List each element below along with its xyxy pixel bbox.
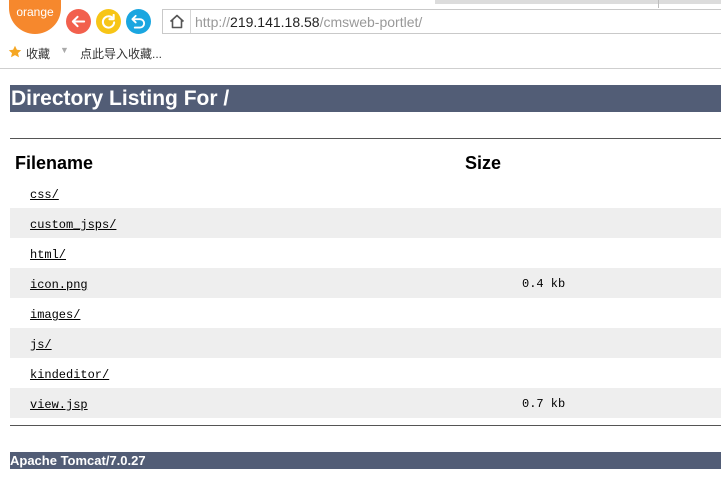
url-text[interactable]: http://219.141.18.58/cmsweb-portlet/ bbox=[195, 14, 422, 30]
url-path: /cmsweb-portlet/ bbox=[319, 14, 423, 30]
tab-strip bbox=[435, 0, 721, 4]
chevron-down-icon[interactable]: ▼ bbox=[60, 45, 69, 55]
file-link[interactable]: view.jsp bbox=[30, 398, 88, 412]
file-row: icon.png 0.4 kb bbox=[10, 268, 721, 298]
file-row: html/ bbox=[10, 238, 721, 268]
divider bbox=[10, 138, 721, 139]
url-protocol: http:// bbox=[195, 14, 231, 30]
file-row: kindeditor/ bbox=[10, 358, 721, 388]
file-link[interactable]: kindeditor/ bbox=[30, 368, 109, 382]
file-row: custom_jsps/ bbox=[10, 208, 721, 238]
undo-close-tab-button[interactable] bbox=[126, 9, 151, 34]
divider bbox=[10, 425, 721, 426]
import-bookmarks-link[interactable]: 点此导入收藏... bbox=[80, 45, 162, 62]
file-link[interactable]: images/ bbox=[30, 308, 80, 322]
column-header-size: Size bbox=[465, 153, 502, 173]
star-icon bbox=[8, 45, 22, 58]
browser-chrome: orange http://219.141.18.58/cmsweb-portl… bbox=[0, 0, 721, 70]
file-link[interactable]: js/ bbox=[30, 338, 52, 352]
undo-icon bbox=[131, 14, 146, 29]
tab-separator bbox=[658, 0, 659, 8]
page-title: Directory Listing For / bbox=[10, 85, 721, 112]
file-link[interactable]: html/ bbox=[30, 248, 66, 262]
back-button[interactable] bbox=[66, 9, 91, 34]
arrow-left-icon bbox=[71, 15, 86, 28]
server-footer: Apache Tomcat/7.0.27 bbox=[10, 452, 721, 469]
home-button[interactable] bbox=[163, 10, 191, 33]
file-link[interactable]: css/ bbox=[30, 188, 59, 202]
file-row: view.jsp 0.7 kb bbox=[10, 388, 721, 418]
file-list: css/ custom_jsps/ html/ icon.png 0.4 kb … bbox=[10, 178, 721, 418]
browser-logo[interactable]: orange bbox=[9, 0, 61, 34]
refresh-icon bbox=[101, 14, 116, 29]
file-size: 0.7 kb bbox=[522, 397, 566, 411]
file-size: 0.4 kb bbox=[522, 277, 566, 291]
url-host: 219.141.18.58 bbox=[230, 14, 320, 30]
file-link[interactable]: icon.png bbox=[30, 278, 88, 292]
file-row: js/ bbox=[10, 328, 721, 358]
favorites-button[interactable]: 收藏 bbox=[26, 45, 50, 62]
address-bar[interactable]: http://219.141.18.58/cmsweb-portlet/ bbox=[162, 9, 721, 34]
column-header-filename: Filename bbox=[15, 153, 94, 173]
refresh-button[interactable] bbox=[96, 9, 121, 34]
bookmarks-bar: 收藏 ▼ 点此导入收藏... bbox=[0, 38, 721, 69]
file-row: images/ bbox=[10, 298, 721, 328]
home-icon bbox=[169, 14, 184, 29]
file-link[interactable]: custom_jsps/ bbox=[30, 218, 116, 232]
file-row: css/ bbox=[10, 178, 721, 208]
